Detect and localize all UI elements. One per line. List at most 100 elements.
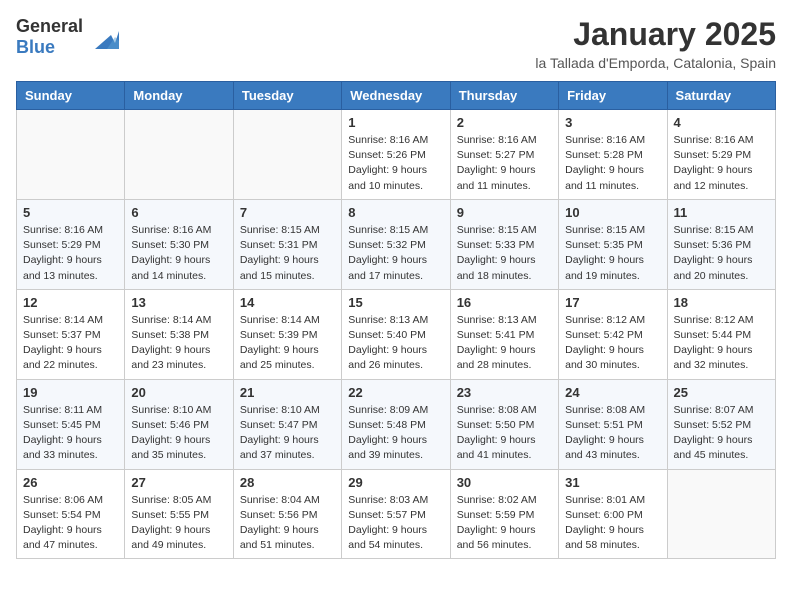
- logo-blue-text: Blue: [16, 37, 83, 58]
- day-info: Sunrise: 8:14 AMSunset: 5:38 PMDaylight:…: [131, 313, 226, 374]
- day-number: 8: [348, 205, 443, 220]
- calendar-week-3: 12 Sunrise: 8:14 AMSunset: 5:37 PMDayligh…: [17, 289, 776, 379]
- calendar-week-5: 26 Sunrise: 8:06 AMSunset: 5:54 PMDayligh…: [17, 469, 776, 559]
- day-info: Sunrise: 8:03 AMSunset: 5:57 PMDaylight:…: [348, 493, 443, 554]
- calendar-cell: 19 Sunrise: 8:11 AMSunset: 5:45 PMDayligh…: [17, 379, 125, 469]
- day-info: Sunrise: 8:12 AMSunset: 5:42 PMDaylight:…: [565, 313, 660, 374]
- calendar-cell: 9Sunrise: 8:15 AMSunset: 5:33 PMDaylight…: [450, 199, 558, 289]
- calendar-cell: 23 Sunrise: 8:08 AMSunset: 5:50 PMDayligh…: [450, 379, 558, 469]
- calendar-cell: 11 Sunrise: 8:15 AMSunset: 5:36 PMDayligh…: [667, 199, 775, 289]
- calendar-cell: 8 Sunrise: 8:15 AMSunset: 5:32 PMDaylight…: [342, 199, 450, 289]
- calendar-cell: 18Sunrise: 8:12 AMSunset: 5:44 PMDayligh…: [667, 289, 775, 379]
- calendar-cell: 27 Sunrise: 8:05 AMSunset: 5:55 PMDayligh…: [125, 469, 233, 559]
- weekday-header-thursday: Thursday: [450, 82, 558, 110]
- page-header: General Blue January 2025 la Tallada d'E…: [16, 16, 776, 71]
- day-number: 28: [240, 475, 335, 490]
- day-info: Sunrise: 8:13 AMSunset: 5:41 PMDaylight:…: [457, 313, 552, 374]
- logo: General Blue: [16, 16, 119, 57]
- month-title: January 2025: [535, 16, 776, 53]
- day-number: 26: [23, 475, 118, 490]
- day-info: Sunrise: 8:13 AMSunset: 5:40 PMDaylight:…: [348, 313, 443, 374]
- day-number: 4: [674, 115, 769, 130]
- calendar-cell: 21Sunrise: 8:10 AMSunset: 5:47 PMDayligh…: [233, 379, 341, 469]
- day-number: 13: [131, 295, 226, 310]
- calendar-cell: 7Sunrise: 8:15 AMSunset: 5:31 PMDaylight…: [233, 199, 341, 289]
- day-number: 23: [457, 385, 552, 400]
- day-number: 24: [565, 385, 660, 400]
- weekday-header-friday: Friday: [559, 82, 667, 110]
- day-info: Sunrise: 8:01 AMSunset: 6:00 PMDaylight:…: [565, 493, 660, 554]
- day-info: Sunrise: 8:15 AMSunset: 5:35 PMDaylight:…: [565, 223, 660, 284]
- calendar-cell: 30Sunrise: 8:02 AMSunset: 5:59 PMDayligh…: [450, 469, 558, 559]
- weekday-header-saturday: Saturday: [667, 82, 775, 110]
- day-info: Sunrise: 8:08 AMSunset: 5:51 PMDaylight:…: [565, 403, 660, 464]
- day-info: Sunrise: 8:09 AMSunset: 5:48 PMDaylight:…: [348, 403, 443, 464]
- calendar-cell: 24 Sunrise: 8:08 AMSunset: 5:51 PMDayligh…: [559, 379, 667, 469]
- calendar-cell: [17, 110, 125, 200]
- day-number: 10: [565, 205, 660, 220]
- calendar-cell: 29Sunrise: 8:03 AMSunset: 5:57 PMDayligh…: [342, 469, 450, 559]
- day-info: Sunrise: 8:08 AMSunset: 5:50 PMDaylight:…: [457, 403, 552, 464]
- day-info: Sunrise: 8:14 AMSunset: 5:37 PMDaylight:…: [23, 313, 118, 374]
- day-info: Sunrise: 8:16 AMSunset: 5:29 PMDaylight:…: [23, 223, 118, 284]
- location-subtitle: la Tallada d'Emporda, Catalonia, Spain: [535, 55, 776, 71]
- day-number: 1: [348, 115, 443, 130]
- calendar-week-2: 5 Sunrise: 8:16 AMSunset: 5:29 PMDaylight…: [17, 199, 776, 289]
- calendar-cell: 28 Sunrise: 8:04 AMSunset: 5:56 PMDayligh…: [233, 469, 341, 559]
- day-number: 12: [23, 295, 118, 310]
- day-info: Sunrise: 8:05 AMSunset: 5:55 PMDaylight:…: [131, 493, 226, 554]
- day-number: 11: [674, 205, 769, 220]
- day-number: 18: [674, 295, 769, 310]
- calendar-cell: 3 Sunrise: 8:16 AMSunset: 5:28 PMDaylight…: [559, 110, 667, 200]
- day-number: 6: [131, 205, 226, 220]
- calendar-cell: 1 Sunrise: 8:16 AMSunset: 5:26 PMDaylight…: [342, 110, 450, 200]
- calendar-cell: 5 Sunrise: 8:16 AMSunset: 5:29 PMDaylight…: [17, 199, 125, 289]
- calendar-cell: 25 Sunrise: 8:07 AMSunset: 5:52 PMDayligh…: [667, 379, 775, 469]
- weekday-header-wednesday: Wednesday: [342, 82, 450, 110]
- day-info: Sunrise: 8:16 AMSunset: 5:29 PMDaylight:…: [674, 133, 769, 194]
- day-info: Sunrise: 8:16 AMSunset: 5:26 PMDaylight:…: [348, 133, 443, 194]
- day-info: Sunrise: 8:15 AMSunset: 5:31 PMDaylight:…: [240, 223, 335, 284]
- day-number: 2: [457, 115, 552, 130]
- day-number: 16: [457, 295, 552, 310]
- day-number: 22: [348, 385, 443, 400]
- day-info: Sunrise: 8:02 AMSunset: 5:59 PMDaylight:…: [457, 493, 552, 554]
- day-info: Sunrise: 8:16 AMSunset: 5:27 PMDaylight:…: [457, 133, 552, 194]
- day-number: 14: [240, 295, 335, 310]
- day-number: 27: [131, 475, 226, 490]
- day-number: 20: [131, 385, 226, 400]
- calendar-cell: 12 Sunrise: 8:14 AMSunset: 5:37 PMDayligh…: [17, 289, 125, 379]
- title-area: January 2025 la Tallada d'Emporda, Catal…: [535, 16, 776, 71]
- day-number: 9: [457, 205, 552, 220]
- day-info: Sunrise: 8:16 AMSunset: 5:28 PMDaylight:…: [565, 133, 660, 194]
- calendar-week-4: 19 Sunrise: 8:11 AMSunset: 5:45 PMDayligh…: [17, 379, 776, 469]
- day-info: Sunrise: 8:16 AMSunset: 5:30 PMDaylight:…: [131, 223, 226, 284]
- day-number: 19: [23, 385, 118, 400]
- day-number: 15: [348, 295, 443, 310]
- calendar-cell: 13 Sunrise: 8:14 AMSunset: 5:38 PMDayligh…: [125, 289, 233, 379]
- calendar-table: SundayMondayTuesdayWednesdayThursdayFrid…: [16, 81, 776, 559]
- weekday-header-tuesday: Tuesday: [233, 82, 341, 110]
- calendar-cell: 4 Sunrise: 8:16 AMSunset: 5:29 PMDaylight…: [667, 110, 775, 200]
- day-number: 3: [565, 115, 660, 130]
- calendar-cell: 22 Sunrise: 8:09 AMSunset: 5:48 PMDayligh…: [342, 379, 450, 469]
- calendar-cell: 15 Sunrise: 8:13 AMSunset: 5:40 PMDayligh…: [342, 289, 450, 379]
- day-info: Sunrise: 8:15 AMSunset: 5:32 PMDaylight:…: [348, 223, 443, 284]
- day-number: 17: [565, 295, 660, 310]
- calendar-week-1: 1 Sunrise: 8:16 AMSunset: 5:26 PMDaylight…: [17, 110, 776, 200]
- day-info: Sunrise: 8:10 AMSunset: 5:46 PMDaylight:…: [131, 403, 226, 464]
- weekday-header-monday: Monday: [125, 82, 233, 110]
- day-info: Sunrise: 8:04 AMSunset: 5:56 PMDaylight:…: [240, 493, 335, 554]
- day-number: 5: [23, 205, 118, 220]
- calendar-cell: 31 Sunrise: 8:01 AMSunset: 6:00 PMDayligh…: [559, 469, 667, 559]
- calendar-cell: 17 Sunrise: 8:12 AMSunset: 5:42 PMDayligh…: [559, 289, 667, 379]
- day-info: Sunrise: 8:07 AMSunset: 5:52 PMDaylight:…: [674, 403, 769, 464]
- day-info: Sunrise: 8:14 AMSunset: 5:39 PMDaylight:…: [240, 313, 335, 374]
- day-info: Sunrise: 8:15 AMSunset: 5:36 PMDaylight:…: [674, 223, 769, 284]
- day-number: 31: [565, 475, 660, 490]
- day-number: 25: [674, 385, 769, 400]
- calendar-cell: 26 Sunrise: 8:06 AMSunset: 5:54 PMDayligh…: [17, 469, 125, 559]
- day-info: Sunrise: 8:11 AMSunset: 5:45 PMDaylight:…: [23, 403, 118, 464]
- calendar-cell: [125, 110, 233, 200]
- day-info: Sunrise: 8:06 AMSunset: 5:54 PMDaylight:…: [23, 493, 118, 554]
